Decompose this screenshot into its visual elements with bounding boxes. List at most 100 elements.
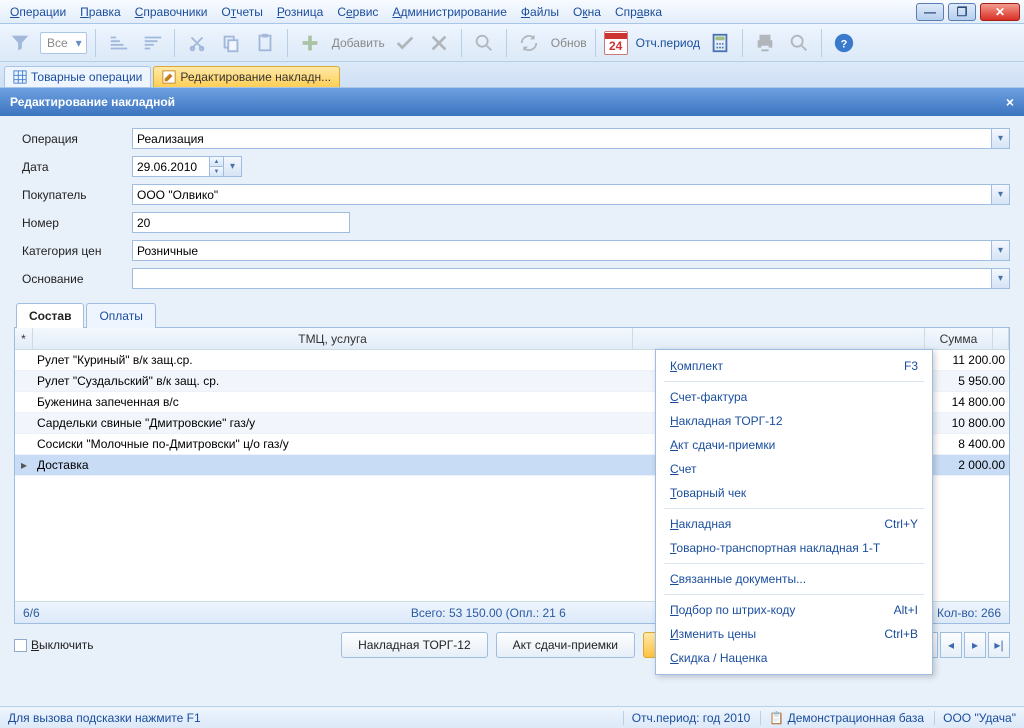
funnel-icon[interactable] xyxy=(6,29,34,57)
checkbox-icon[interactable] xyxy=(14,639,27,652)
status-db: 📋 Демонстрационная база xyxy=(760,711,924,725)
menu-files[interactable]: Файлы xyxy=(521,5,559,19)
status-hint: Для вызова подсказки нажмите F1 xyxy=(8,711,201,725)
period-label[interactable]: Отч.период xyxy=(636,36,700,50)
menu-item[interactable]: Счет xyxy=(658,457,930,481)
menu-item[interactable]: Связанные документы... xyxy=(658,567,930,591)
add-icon[interactable] xyxy=(296,29,324,57)
menu-item[interactable]: Товарный чек xyxy=(658,481,930,505)
dropdown-icon[interactable]: ▾ xyxy=(992,240,1010,261)
date-label: Дата xyxy=(22,160,132,174)
col-sum[interactable]: Сумма xyxy=(925,328,993,349)
form: Операция Реализация▾ Дата ▲▼ ▾ Покупател… xyxy=(0,116,1024,302)
menu-item[interactable]: КомплектF3 xyxy=(658,354,930,378)
dropdown-icon[interactable]: ▾ xyxy=(992,128,1010,149)
grid-header: * ТМЦ, услуга Сумма xyxy=(15,328,1009,350)
paste-icon[interactable] xyxy=(251,29,279,57)
menu-retail[interactable]: Розница xyxy=(277,5,323,19)
filter-value: Все xyxy=(47,36,68,50)
torg12-button[interactable]: Накладная ТОРГ-12 xyxy=(341,632,488,658)
date-spinner[interactable]: ▲▼ xyxy=(210,156,224,177)
menu-edit[interactable]: Правка xyxy=(80,5,121,19)
menubar: Операции Правка Справочники Отчеты Розни… xyxy=(0,0,1024,24)
menu-items: Операции Правка Справочники Отчеты Розни… xyxy=(4,5,662,19)
preview-icon[interactable] xyxy=(785,29,813,57)
maximize-button[interactable]: ❐ xyxy=(948,3,976,21)
status-bar: Для вызова подсказки нажмите F1 Отч.пери… xyxy=(0,706,1024,728)
col-item[interactable]: ТМЦ, услуга xyxy=(33,328,633,349)
dropdown-icon[interactable]: ▾ xyxy=(992,268,1010,289)
pricecat-select[interactable]: Розничные xyxy=(132,240,992,261)
last-button[interactable]: ▸| xyxy=(988,632,1010,658)
prev-button[interactable]: ◂ xyxy=(940,632,962,658)
off-checkbox[interactable]: Выключить xyxy=(14,638,93,652)
basis-input[interactable] xyxy=(132,268,992,289)
pricecat-label: Категория цен xyxy=(22,244,132,258)
tab-goods-operations[interactable]: Товарные операции xyxy=(4,66,151,87)
refresh-label: Обнов xyxy=(551,36,587,50)
menu-admin[interactable]: Администрирование xyxy=(392,5,506,19)
close-button[interactable]: ✕ xyxy=(980,3,1020,21)
tab-label: Редактирование накладн... xyxy=(180,70,331,84)
number-input[interactable] xyxy=(132,212,350,233)
act-button[interactable]: Акт сдачи-приемки xyxy=(496,632,635,658)
calendar-icon[interactable]: 24 xyxy=(604,31,628,55)
footer-total: Всего: 53 150.00 (Опл.: 21 6 xyxy=(411,606,566,620)
status-org: ООО "Удача" xyxy=(934,711,1016,725)
buyer-label: Покупатель xyxy=(22,188,132,202)
tab-edit-invoice[interactable]: Редактирование накладн... xyxy=(153,66,340,87)
filter-select[interactable]: Все xyxy=(40,32,87,54)
menu-reports[interactable]: Отчеты xyxy=(221,5,263,19)
add-label: Добавить xyxy=(332,36,385,50)
footer-count: 6/6 xyxy=(23,606,40,620)
menu-item[interactable]: Товарно-транспортная накладная 1-Т xyxy=(658,536,930,560)
col-scroll xyxy=(993,328,1009,349)
calculator-icon[interactable] xyxy=(706,29,734,57)
panel-title: Редактирование накладной xyxy=(10,95,175,109)
panel-close-icon[interactable]: × xyxy=(1006,94,1014,110)
sort-asc-icon[interactable] xyxy=(104,29,132,57)
tab-payments[interactable]: Оплаты xyxy=(86,303,155,328)
menu-item[interactable]: Счет-фактура xyxy=(658,385,930,409)
menu-operations[interactable]: Операции xyxy=(10,5,66,19)
basis-label: Основание xyxy=(22,272,132,286)
search-icon[interactable] xyxy=(470,29,498,57)
dropdown-icon[interactable]: ▾ xyxy=(992,184,1010,205)
col-marker[interactable]: * xyxy=(15,328,33,349)
delete-icon[interactable] xyxy=(425,29,453,57)
check-icon[interactable] xyxy=(391,29,419,57)
tab-composition[interactable]: Состав xyxy=(16,303,84,328)
window-controls: — ❐ ✕ xyxy=(916,3,1020,21)
menu-windows[interactable]: Окна xyxy=(573,5,601,19)
operation-select[interactable]: Реализация xyxy=(132,128,992,149)
print-icon[interactable] xyxy=(751,29,779,57)
menu-help[interactable]: Справка xyxy=(615,5,662,19)
date-input[interactable] xyxy=(132,156,210,177)
sort-desc-icon[interactable] xyxy=(138,29,166,57)
refresh-icon[interactable] xyxy=(515,29,543,57)
menu-dictionaries[interactable]: Справочники xyxy=(135,5,208,19)
menu-item[interactable]: Скидка / Наценка xyxy=(658,646,930,670)
menu-item[interactable]: НакладнаяCtrl+Y xyxy=(658,512,930,536)
menu-service[interactable]: Сервис xyxy=(337,5,378,19)
date-dropdown-icon[interactable]: ▾ xyxy=(224,156,242,177)
buyer-input[interactable] xyxy=(132,184,992,205)
number-label: Номер xyxy=(22,216,132,230)
panel-header: Редактирование накладной × xyxy=(0,88,1024,116)
help-icon[interactable]: ? xyxy=(830,29,858,57)
svg-text:?: ? xyxy=(841,38,848,50)
document-tabs: Товарные операции Редактирование накладн… xyxy=(0,62,1024,88)
cut-icon[interactable] xyxy=(183,29,211,57)
status-period: Отч.период: год 2010 xyxy=(623,711,751,725)
menu-item[interactable]: Изменить ценыCtrl+B xyxy=(658,622,930,646)
grid-icon xyxy=(13,70,27,84)
detail-tabs: Состав Оплаты xyxy=(14,302,1010,328)
menu-item[interactable]: Подбор по штрих-кодуAlt+I xyxy=(658,598,930,622)
context-menu[interactable]: КомплектF3 Счет-фактураНакладная ТОРГ-12А… xyxy=(655,349,933,675)
menu-item[interactable]: Акт сдачи-приемки xyxy=(658,433,930,457)
tab-label: Товарные операции xyxy=(31,70,142,84)
minimize-button[interactable]: — xyxy=(916,3,944,21)
menu-item[interactable]: Накладная ТОРГ-12 xyxy=(658,409,930,433)
copy-icon[interactable] xyxy=(217,29,245,57)
next-button[interactable]: ▸ xyxy=(964,632,986,658)
